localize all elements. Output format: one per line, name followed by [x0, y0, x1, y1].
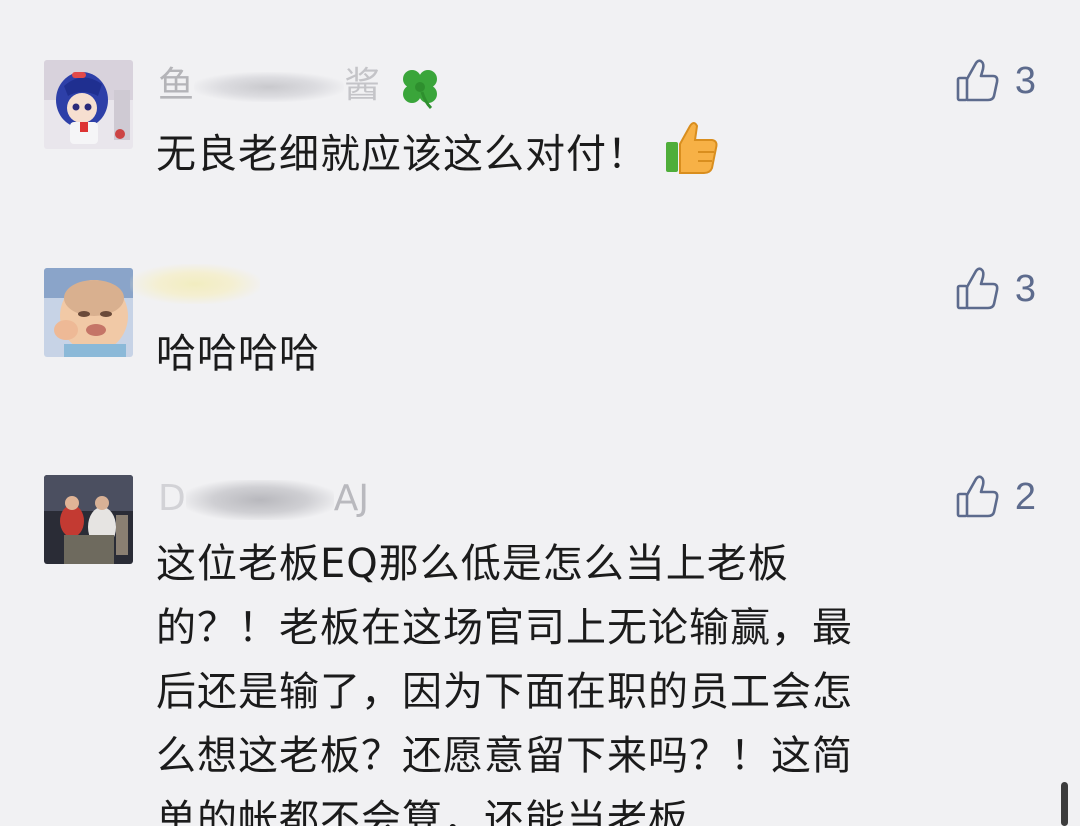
- comment-text-line: 么想这老板？还愿意留下来吗？！这简: [156, 733, 853, 779]
- like-button[interactable]: 3: [955, 58, 1036, 104]
- nickname-end: 酱: [344, 65, 381, 106]
- comment-text-line: 的？！老板在这场官司上无论输赢，最: [156, 605, 853, 651]
- comment-item: 哈哈哈哈 3: [0, 230, 1080, 460]
- avatar-baby-photo-image: [44, 268, 133, 357]
- comment-text-line: 这位老板EQ那么低是怎么当上老板: [156, 541, 789, 587]
- nickname[interactable]: D AJ: [158, 480, 369, 520]
- comment-text: 无良老细就应该这么对付！: [156, 118, 720, 195]
- avatar[interactable]: [44, 60, 133, 149]
- thumbs-up-emoji-icon: [662, 118, 720, 195]
- comment-text-line: 后还是输了，因为下面在职的员工会怎: [156, 669, 853, 715]
- nickname-blur: [194, 72, 345, 102]
- comment-text-content: 哈哈哈哈: [156, 331, 320, 377]
- like-button[interactable]: 2: [955, 474, 1036, 520]
- scrollbar[interactable]: [1061, 782, 1068, 826]
- avatar[interactable]: [44, 475, 133, 564]
- like-count: 3: [1014, 59, 1036, 102]
- comment-text: 这位老板EQ那么低是怎么当上老板 的？！老板在这场官司上无论输赢，最 后还是输了…: [156, 532, 1006, 826]
- nickname-blur: [130, 264, 260, 304]
- thumbs-up-outline-icon: [956, 475, 999, 518]
- nickname[interactable]: 鱼酱: [158, 62, 445, 112]
- nickname[interactable]: [130, 264, 260, 304]
- nickname-end: AJ: [333, 478, 369, 519]
- avatar-anime-figure-image: [44, 60, 133, 149]
- thumbs-up-outline-icon: [956, 59, 999, 102]
- comment-item: 鱼酱 无良老细就应该这么对付！ 3: [0, 0, 1080, 230]
- comment-text-line: 单的帐都不会算，还能当老板: [156, 797, 689, 826]
- thumbs-up-outline-icon: [956, 267, 999, 310]
- like-count: 3: [1014, 267, 1036, 310]
- comment-text-content: 无良老细就应该这么对付！: [156, 131, 648, 178]
- comment-item: D AJ 这位老板EQ那么低是怎么当上老板 的？！老板在这场官司上无论输赢，最 后…: [0, 460, 1080, 826]
- nickname-blur: [185, 480, 334, 520]
- like-count: 2: [1014, 475, 1036, 518]
- comment-list[interactable]: 鱼酱 无良老细就应该这么对付！ 3 哈哈哈哈 3 D AJ 这位老板EQ那么低是…: [0, 0, 1080, 826]
- avatar-crowd-photo-image: [44, 475, 133, 564]
- comment-text: 哈哈哈哈: [156, 322, 320, 386]
- like-button[interactable]: 3: [955, 266, 1036, 312]
- avatar[interactable]: [44, 268, 133, 357]
- four-leaf-clover-icon: [403, 70, 438, 110]
- nickname-start: 鱼: [158, 65, 195, 106]
- nickname-start: D: [158, 478, 186, 519]
